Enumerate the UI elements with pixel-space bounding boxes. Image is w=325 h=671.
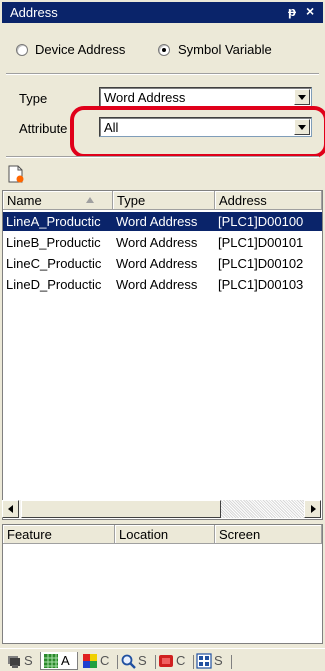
screen-list-icon (8, 656, 20, 668)
pin-icon[interactable]: ᵽ (288, 4, 296, 19)
tab-address[interactable]: A (40, 652, 78, 670)
symbol-variable-radio[interactable] (158, 44, 170, 56)
symbol-variable-label[interactable]: Symbol Variable (178, 42, 272, 57)
type-select-value: Word Address (104, 90, 186, 105)
variable-address: [PLC1]D00101 (218, 235, 304, 250)
scrollbar-thumb[interactable] (21, 500, 221, 518)
scroll-right-icon[interactable] (304, 500, 321, 518)
system-variable-icon (196, 653, 212, 669)
search-icon (121, 654, 136, 669)
usage-list[interactable]: Feature Location Screen (2, 524, 323, 644)
sort-ascending-icon (86, 197, 94, 203)
variable-type: Word Address (116, 235, 198, 250)
common-settings-icon (159, 655, 173, 667)
panel-title: Address (10, 5, 58, 20)
variable-type: Word Address (116, 277, 198, 292)
table-row[interactable]: LineD_Productic Word Address [PLC1]D0010… (3, 275, 322, 294)
scrollbar-track[interactable] (221, 500, 304, 518)
tab-common[interactable]: C (156, 652, 192, 670)
device-address-radio[interactable] (16, 44, 28, 56)
variable-address: [PLC1]D00102 (218, 256, 304, 271)
address-panel: Address ᵽ × Device Address Symbol Variab… (0, 0, 325, 671)
column-header-feature[interactable]: Feature (3, 525, 115, 544)
column-header-address[interactable]: Address (215, 191, 322, 210)
panel-titlebar[interactable]: Address ᵽ × (2, 2, 323, 23)
variable-type: Word Address (116, 214, 198, 229)
tab-color[interactable]: C (80, 652, 116, 670)
variable-name: LineB_Productic (6, 235, 101, 250)
horizontal-scrollbar[interactable] (2, 500, 321, 518)
variable-name: LineA_Productic (6, 214, 101, 229)
scroll-left-icon[interactable] (2, 500, 19, 518)
divider (6, 73, 319, 75)
table-row[interactable]: LineB_Productic Word Address [PLC1]D0010… (3, 233, 322, 252)
variable-address: [PLC1]D00103 (218, 277, 304, 292)
column-header-name[interactable]: Name (3, 191, 113, 210)
variable-name: LineC_Productic (6, 256, 102, 271)
variable-name: LineD_Productic (6, 277, 102, 292)
attribute-highlight-annotation (70, 106, 325, 158)
column-header-location[interactable]: Location (115, 525, 215, 544)
column-header-type[interactable]: Type (113, 191, 215, 210)
type-label: Type (19, 91, 48, 106)
divider (6, 156, 319, 158)
address-grid-icon (44, 654, 58, 668)
tab-screen-list[interactable]: S (4, 652, 40, 670)
tab-search[interactable]: S (118, 652, 154, 670)
tab-system-variable[interactable]: S (194, 652, 230, 670)
color-palette-icon (83, 654, 97, 668)
mode-selector: Device Address Symbol Variable (0, 30, 325, 74)
type-select[interactable]: Word Address (99, 87, 312, 107)
variable-type: Word Address (116, 256, 198, 271)
tab-divider (231, 655, 232, 669)
variable-list[interactable]: Name Type Address LineA_Productic Word A… (2, 190, 323, 520)
variable-address: [PLC1]D00100 (218, 214, 304, 229)
chevron-down-icon[interactable] (294, 89, 310, 105)
new-variable-icon[interactable] (8, 165, 24, 183)
attribute-label: Attribute (19, 121, 68, 136)
table-row[interactable]: LineA_Productic Word Address [PLC1]D0010… (3, 212, 322, 231)
close-icon[interactable]: × (306, 3, 314, 19)
table-row[interactable]: LineC_Productic Word Address [PLC1]D0010… (3, 254, 322, 273)
panel-tab-bar: S A C S C S (0, 648, 325, 671)
device-address-label[interactable]: Device Address (35, 42, 125, 57)
column-header-screen[interactable]: Screen (215, 525, 322, 544)
